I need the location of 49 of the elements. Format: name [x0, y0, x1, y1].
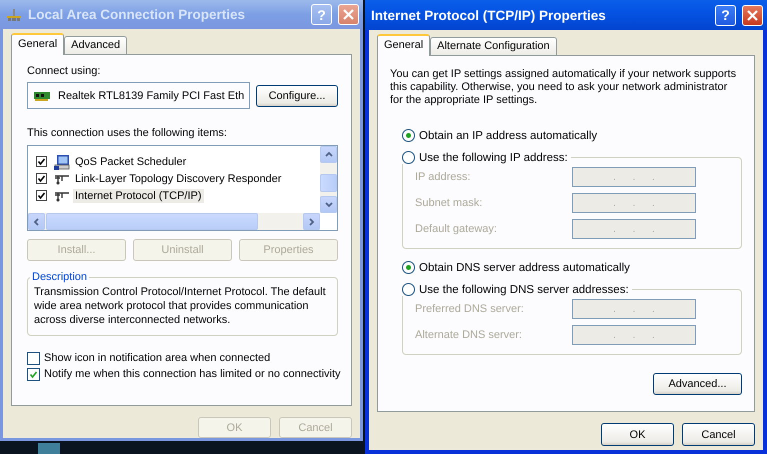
list-item[interactable]: Internet Protocol (TCP/IP) — [73, 188, 204, 202]
help-button[interactable]: ? — [715, 4, 736, 26]
field-label: Subnet mask: — [415, 197, 482, 209]
network-card-icon — [34, 90, 50, 100]
window-title: Internet Protocol (TCP/IP) Properties — [371, 8, 607, 22]
intro-text: You can get IP settings assigned automatically if your network supports this capability. Otherwise, you need to ask your network administrator for the appropriate IP settings. — [390, 68, 738, 107]
radio-button[interactable] — [402, 151, 415, 164]
tab[interactable]: General — [377, 34, 430, 56]
checkbox[interactable] — [27, 368, 40, 380]
checkbox[interactable] — [36, 190, 47, 201]
list-item[interactable]: QoS Packet Scheduler — [73, 154, 188, 168]
checkbox-label: Show icon in notification area when connected — [44, 352, 270, 364]
close-icon — [747, 10, 758, 20]
field-label: Preferred DNS server: — [415, 303, 524, 315]
close-button[interactable] — [742, 4, 763, 26]
checkbox[interactable] — [36, 173, 47, 184]
radio-label: Obtain an IP address automatically — [419, 130, 598, 142]
description-text: Transmission Control Protocol/Internet Protocol. The default wide area network protocol that provides communication across diverse interconnected networks. — [34, 285, 327, 327]
list-item[interactable]: Link-Layer Topology Discovery Responder — [73, 172, 284, 186]
checkbox[interactable] — [36, 156, 47, 167]
tab[interactable]: General — [11, 33, 64, 55]
items-list[interactable]: QoS Packet Scheduler Link-Layer Topology Discovery Responder Internet Protocol (TCP/IP) — [27, 145, 338, 231]
radio-button[interactable] — [402, 261, 415, 274]
window-title: Local Area Connection Properties — [28, 7, 246, 22]
radio-label: Use the following IP address: — [419, 152, 568, 164]
field-label: This connection uses the following items: — [27, 127, 228, 139]
radio-label: Use the following DNS server addresses: — [419, 284, 629, 296]
radio-button[interactable] — [402, 283, 415, 296]
network-icon — [6, 8, 22, 22]
field-label: Connect using: — [27, 65, 102, 77]
radio-label: Obtain DNS server address automatically — [419, 262, 630, 274]
close-icon — [343, 9, 354, 20]
button[interactable]: Advanced... — [653, 373, 742, 395]
button[interactable]: Configure... — [256, 84, 338, 106]
radio-button[interactable] — [402, 129, 415, 142]
field-label: Alternate DNS server: — [415, 329, 522, 341]
adapter-name: Realtek RTL8139 Family PCI Fast Eth — [58, 90, 244, 102]
button[interactable]: Cancel — [682, 423, 755, 446]
tab[interactable]: Alternate Configuration — [430, 37, 557, 55]
tab[interactable]: Advanced — [64, 36, 128, 54]
field-label: Default gateway: — [415, 223, 497, 235]
horizontal-scrollbar[interactable] — [28, 213, 320, 230]
field-label: IP address: — [415, 171, 470, 183]
checkbox[interactable] — [27, 352, 40, 364]
button[interactable]: OK — [601, 423, 674, 446]
computer-icon — [54, 154, 70, 170]
checkbox-label: Notify me when this connection has limited or no connectivity — [44, 368, 341, 380]
group-title: Description — [31, 271, 88, 283]
vertical-scrollbar[interactable] — [320, 146, 337, 213]
